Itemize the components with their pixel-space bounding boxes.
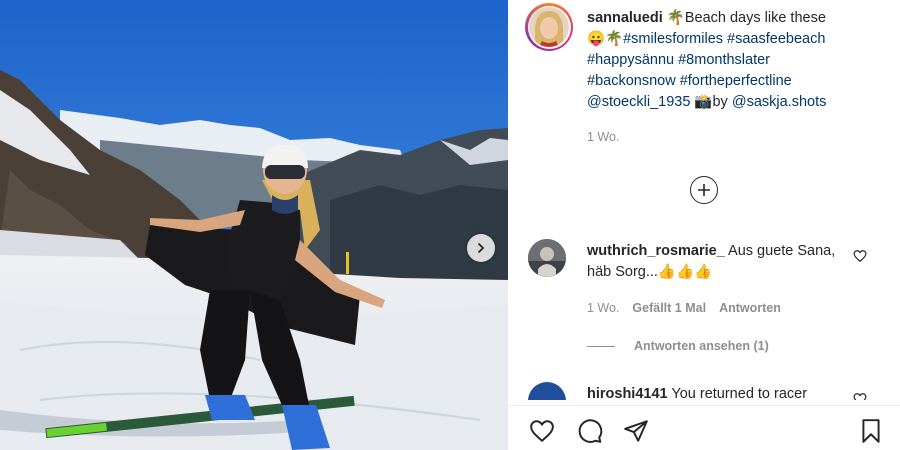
comment-text-block: hiroshi4141 You returned to racer: [587, 384, 849, 400]
commenter-username[interactable]: hiroshi4141: [587, 386, 668, 400]
camera-emoji: 📸: [694, 94, 713, 110]
mention-saskja[interactable]: @saskja.shots: [732, 94, 827, 110]
post-photo[interactable]: [0, 0, 508, 450]
comment-time[interactable]: 1 Wo.: [587, 301, 619, 315]
comment-meta: 1 Wo. Gefällt 1 Mal Antworten: [587, 301, 781, 315]
avatar-icon: [529, 7, 569, 47]
paper-plane-icon: [624, 420, 648, 442]
palm-emoji: 🌴: [666, 10, 685, 26]
load-more-comments-button[interactable]: [690, 176, 718, 204]
hashtag-backonsnow[interactable]: #backonsnow: [587, 73, 676, 89]
replies-divider: [587, 345, 615, 347]
like-button[interactable]: [528, 418, 556, 449]
comment-likes[interactable]: Gefällt 1 Mal: [632, 301, 706, 315]
mention-stoeckli[interactable]: @stoeckli_1935: [587, 94, 690, 110]
plus-circle-icon: [698, 184, 710, 196]
commenter-avatar[interactable]: [528, 239, 566, 277]
comment-like-button[interactable]: [853, 392, 867, 400]
heart-icon: [530, 420, 554, 443]
share-button[interactable]: [622, 418, 650, 449]
comment-reply-button[interactable]: Antworten: [719, 301, 781, 315]
hashtag-fortheperfectline[interactable]: #fortheperfectline: [680, 73, 792, 89]
bookmark-icon: [862, 419, 880, 443]
chevron-right-icon: [478, 243, 485, 253]
comment-button[interactable]: [576, 418, 604, 449]
ski-photo-image: [0, 0, 508, 450]
comment-text-block: wuthrich_rosmarie_ Aus guete Sana, häb S…: [587, 241, 849, 283]
comment-item-partial: hiroshi4141 You returned to racer: [528, 382, 888, 400]
author-avatar[interactable]: [525, 3, 573, 51]
next-photo-button[interactable]: [467, 234, 495, 262]
comment-icon: [578, 419, 603, 443]
post-time[interactable]: 1 Wo.: [587, 130, 619, 144]
comment-text: You returned to racer: [671, 386, 808, 400]
hashtag-line-1[interactable]: #smilesformiles #saasfeebeach: [623, 31, 825, 47]
hashtag-happysannu[interactable]: #happysännu: [587, 52, 674, 68]
comments-panel: sannaluedi 🌴Beach days like these 😛🌴#smi…: [508, 0, 900, 450]
view-replies-button[interactable]: Antworten ansehen (1): [587, 339, 769, 353]
heart-icon: [853, 250, 867, 263]
tongue-palm-emoji: 😛🌴: [587, 31, 624, 47]
hashtag-8monthslater[interactable]: #8monthslater: [678, 52, 770, 68]
author-username[interactable]: sannaluedi: [587, 10, 663, 26]
heart-icon: [853, 393, 867, 400]
post-action-bar: [508, 405, 900, 450]
save-button[interactable]: [858, 418, 884, 449]
avatar-icon: [528, 239, 566, 277]
view-replies-label: Antworten ansehen (1): [634, 339, 769, 353]
post-caption: sannaluedi 🌴Beach days like these 😛🌴#smi…: [587, 8, 887, 113]
commenter-username[interactable]: wuthrich_rosmarie_: [587, 243, 725, 259]
by-text: by: [712, 94, 728, 110]
comment-like-button[interactable]: [853, 249, 867, 268]
caption-text: Beach days like these: [684, 10, 826, 26]
commenter-avatar[interactable]: [528, 382, 566, 400]
